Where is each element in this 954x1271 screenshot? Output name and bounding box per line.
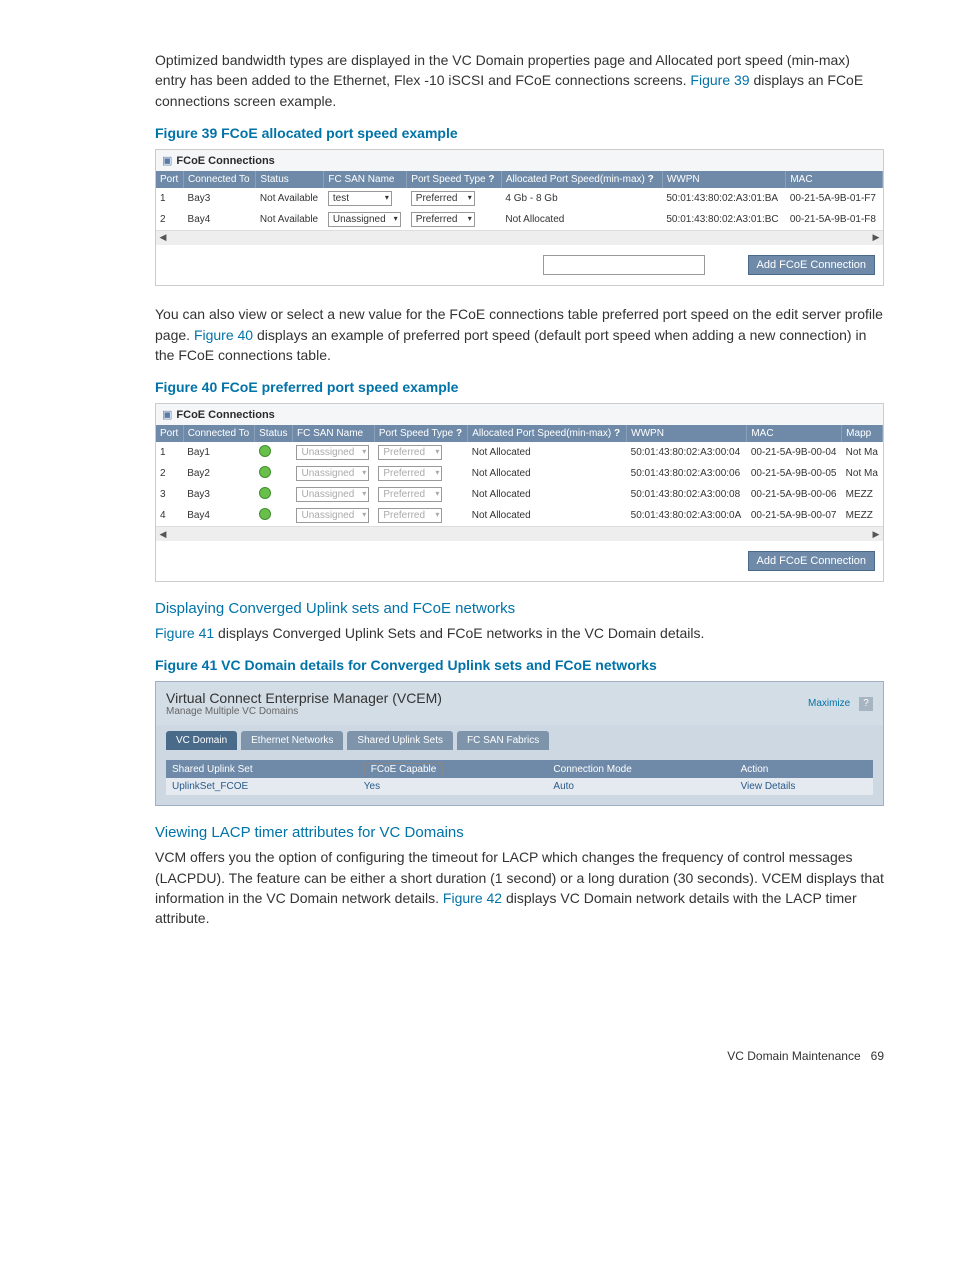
- converged-section-title: Displaying Converged Uplink sets and FCo…: [155, 600, 884, 617]
- table-row: 2 Bay4 Not Available Unassigned Preferre…: [156, 209, 883, 230]
- th-conn: Connected To: [184, 171, 256, 188]
- scroll-left-icon[interactable]: ◀: [156, 527, 170, 541]
- tab-uplink[interactable]: Shared Uplink Sets: [347, 731, 453, 750]
- fcoe39-table: Port Connected To Status FC SAN Name Por…: [156, 171, 883, 230]
- help-icon[interactable]: ?: [859, 697, 873, 711]
- fcoe-panel-title: ▣FCoE Connections: [156, 150, 883, 171]
- table-row: 1Bay1UnassignedPreferredNot Allocated50:…: [156, 442, 883, 463]
- converged-para: Figure 41 displays Converged Uplink Sets…: [155, 623, 884, 643]
- san-dropdown[interactable]: Unassigned: [296, 508, 369, 523]
- status-ok-icon: [259, 487, 271, 499]
- figure41-link[interactable]: Figure 41: [155, 625, 214, 641]
- vcem-title: Virtual Connect Enterprise Manager (VCEM…: [166, 690, 442, 706]
- scroll-right-icon[interactable]: ▶: [869, 527, 883, 541]
- san-dropdown[interactable]: Unassigned: [296, 466, 369, 481]
- figure40-title: Figure 40 FCoE preferred port speed exam…: [155, 379, 884, 395]
- table-row: UplinkSet_FCOE Yes Auto View Details: [166, 778, 873, 795]
- san-dropdown[interactable]: test: [328, 191, 392, 206]
- th-alloc: Allocated Port Speed(min-max) ?: [501, 171, 662, 188]
- scroll-right-icon[interactable]: ▶: [869, 231, 883, 245]
- speed-dropdown[interactable]: Preferred: [378, 466, 442, 481]
- table-row: 3Bay3UnassignedPreferredNot Allocated50:…: [156, 484, 883, 505]
- speed-dropdown[interactable]: Preferred: [411, 212, 475, 227]
- table-row: 1 Bay3 Not Available test Preferred 4 Gb…: [156, 188, 883, 209]
- figure39-title: Figure 39 FCoE allocated port speed exam…: [155, 125, 884, 141]
- intro-paragraph: Optimized bandwidth types are displayed …: [155, 50, 884, 111]
- page-footer: VC Domain Maintenance 69: [155, 1049, 884, 1063]
- th-port: Port: [156, 171, 184, 188]
- figure39-link[interactable]: Figure 39: [690, 72, 749, 88]
- san-dropdown[interactable]: Unassigned: [328, 212, 401, 227]
- tab-vcdomain[interactable]: VC Domain: [166, 731, 237, 750]
- th-speedtype: Port Speed Type ?: [407, 171, 502, 188]
- vcem-table: Shared Uplink Set FCoE Capable Connectio…: [166, 760, 873, 795]
- lacp-para: VCM offers you the option of configuring…: [155, 847, 884, 928]
- tab-fcsan[interactable]: FC SAN Fabrics: [457, 731, 549, 750]
- speed-dropdown[interactable]: Preferred: [378, 487, 442, 502]
- figure40-link[interactable]: Figure 40: [194, 327, 253, 343]
- view-details-link[interactable]: View Details: [741, 781, 796, 792]
- san-dropdown[interactable]: Unassigned: [296, 487, 369, 502]
- table-row: 2Bay2UnassignedPreferredNot Allocated50:…: [156, 463, 883, 484]
- figure40-screenshot: ▣FCoE Connections Port Connected To Stat…: [155, 403, 884, 582]
- para2: You can also view or select a new value …: [155, 304, 884, 365]
- vcem-tabs: VC Domain Ethernet Networks Shared Uplin…: [156, 725, 883, 750]
- add-fcoe-button[interactable]: Add FCoE Connection: [748, 551, 875, 571]
- status-ok-icon: [259, 445, 271, 457]
- status-ok-icon: [259, 466, 271, 478]
- figure39-screenshot: ▣FCoE Connections Port Connected To Stat…: [155, 149, 884, 286]
- tab-ethernet[interactable]: Ethernet Networks: [241, 731, 343, 750]
- maximize-link[interactable]: Maximize: [808, 698, 850, 709]
- th-mac: MAC: [786, 171, 883, 188]
- vcem-screenshot: Virtual Connect Enterprise Manager (VCEM…: [155, 681, 884, 806]
- th-status: Status: [256, 171, 324, 188]
- hscroll-bar[interactable]: ◀ ▶: [156, 230, 883, 245]
- san-dropdown[interactable]: Unassigned: [296, 445, 369, 460]
- speed-dropdown[interactable]: Preferred: [378, 445, 442, 460]
- lacp-section-title: Viewing LACP timer attributes for VC Dom…: [155, 824, 884, 841]
- th-san: FC SAN Name: [324, 171, 407, 188]
- vcem-sub: Manage Multiple VC Domains: [166, 706, 442, 717]
- table-row: 4Bay4UnassignedPreferredNot Allocated50:…: [156, 505, 883, 526]
- th-wwpn: WWPN: [662, 171, 785, 188]
- figure41-title: Figure 41 VC Domain details for Converge…: [155, 657, 884, 673]
- scroll-left-icon[interactable]: ◀: [156, 231, 170, 245]
- status-ok-icon: [259, 508, 271, 520]
- figure42-link[interactable]: Figure 42: [443, 890, 502, 906]
- add-fcoe-button[interactable]: Add FCoE Connection: [748, 255, 875, 275]
- speed-dropdown[interactable]: Preferred: [378, 508, 442, 523]
- speed-dropdown[interactable]: Preferred: [411, 191, 475, 206]
- fcoe40-table: Port Connected To Status FC SAN Name Por…: [156, 425, 883, 526]
- hscroll-bar[interactable]: ◀ ▶: [156, 526, 883, 541]
- fcoe-panel-title: ▣FCoE Connections: [156, 404, 883, 425]
